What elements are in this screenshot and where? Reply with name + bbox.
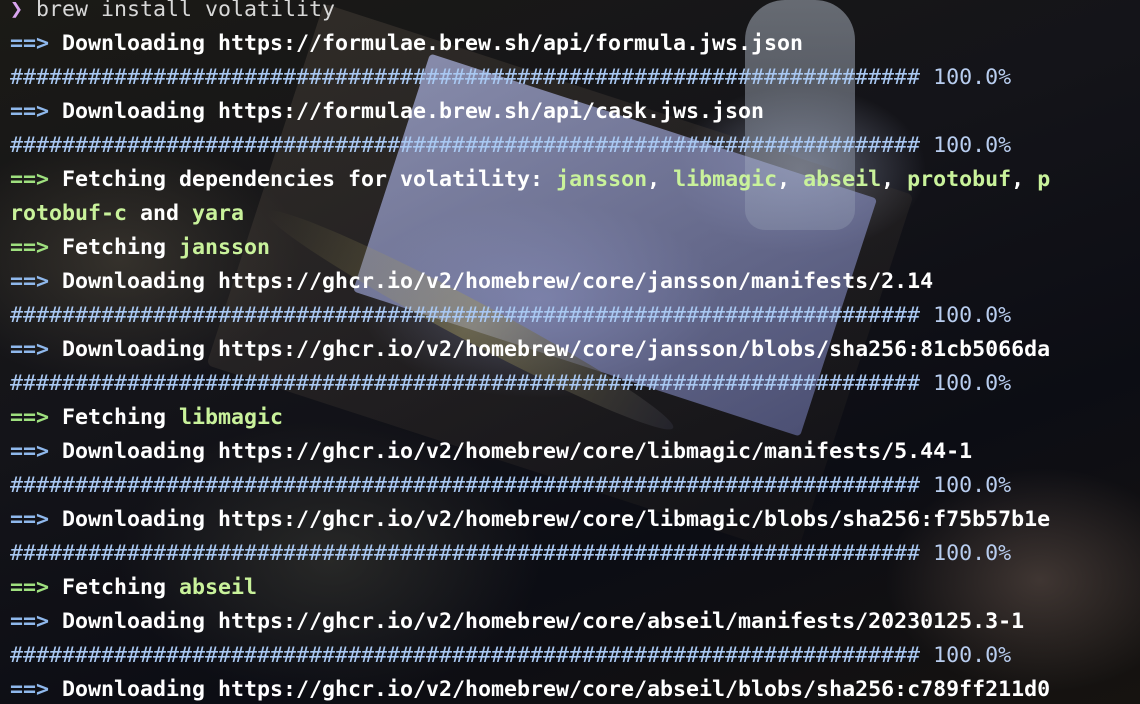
progress-hashes: ########################################… bbox=[10, 371, 921, 396]
progress-hashes: ########################################… bbox=[10, 65, 921, 90]
line-text: Downloading https://ghcr.io/v2/homebrew/… bbox=[62, 507, 1051, 532]
output-line-download-formula: ==> Downloading https://formulae.brew.sh… bbox=[10, 27, 1140, 61]
dependency-name: abseil bbox=[803, 167, 882, 192]
blue-arrow: ==> bbox=[10, 507, 50, 532]
output-line-fetch-libmagic: ==> Fetching libmagic bbox=[10, 401, 1140, 435]
green-arrow: ==> bbox=[10, 235, 50, 260]
output-line-download-jansson-manifest: ==> Downloading https://ghcr.io/v2/homeb… bbox=[10, 265, 1140, 299]
green-arrow: ==> bbox=[10, 575, 50, 600]
package-name: jansson bbox=[179, 235, 271, 260]
prompt-symbol: ❯ bbox=[10, 0, 24, 22]
output-line-download-cask: ==> Downloading https://formulae.brew.sh… bbox=[10, 95, 1140, 129]
separator: , bbox=[881, 167, 908, 192]
line-text: Fetching bbox=[62, 575, 180, 600]
blue-arrow: ==> bbox=[10, 31, 50, 56]
output-line-download-abseil-manifest: ==> Downloading https://ghcr.io/v2/homeb… bbox=[10, 605, 1140, 639]
output-line-fetch-abseil: ==> Fetching abseil bbox=[10, 571, 1140, 605]
line-text: Fetching bbox=[62, 235, 180, 260]
progress-percent: 100.0% bbox=[933, 541, 1012, 566]
blue-arrow: ==> bbox=[10, 269, 50, 294]
progress-hashes: ########################################… bbox=[10, 643, 921, 668]
progress-line: ########################################… bbox=[10, 129, 1140, 163]
progress-percent: 100.0% bbox=[933, 133, 1012, 158]
output-line-download-libmagic-blob: ==> Downloading https://ghcr.io/v2/homeb… bbox=[10, 503, 1140, 537]
blue-arrow: ==> bbox=[10, 609, 50, 634]
output-line-download-abseil-blob: ==> Downloading https://ghcr.io/v2/homeb… bbox=[10, 673, 1140, 704]
green-arrow: ==> bbox=[10, 167, 50, 192]
progress-hashes: ########################################… bbox=[10, 541, 921, 566]
progress-line: ########################################… bbox=[10, 537, 1140, 571]
command-line: ❯ brew install volatility bbox=[10, 0, 1140, 27]
progress-line: ########################################… bbox=[10, 299, 1140, 333]
separator: , bbox=[647, 167, 674, 192]
progress-hashes: ########################################… bbox=[10, 133, 921, 158]
terminal-window[interactable]: ❯ brew install volatility ==> Downloadin… bbox=[0, 0, 1140, 704]
line-text: Downloading https://formulae.brew.sh/api… bbox=[62, 99, 765, 124]
line-text: Downloading https://ghcr.io/v2/homebrew/… bbox=[62, 439, 973, 464]
progress-percent: 100.0% bbox=[933, 473, 1012, 498]
dependency-name: p bbox=[1037, 167, 1051, 192]
progress-percent: 100.0% bbox=[933, 65, 1012, 90]
dependency-name: protobuf bbox=[907, 167, 1012, 192]
line-text: Downloading https://ghcr.io/v2/homebrew/… bbox=[62, 609, 1025, 634]
blue-arrow: ==> bbox=[10, 439, 50, 464]
blue-arrow: ==> bbox=[10, 337, 50, 362]
output-line-fetch-dependencies: ==> Fetching dependencies for volatility… bbox=[10, 163, 1140, 197]
line-text: Downloading https://formulae.brew.sh/api… bbox=[62, 31, 804, 56]
dependency-name: libmagic bbox=[673, 167, 778, 192]
and-text: and bbox=[127, 201, 193, 226]
blue-arrow: ==> bbox=[10, 99, 50, 124]
output-line-fetch-dependencies-cont: rotobuf-c and yara bbox=[10, 197, 1140, 231]
progress-line: ########################################… bbox=[10, 61, 1140, 95]
output-line-fetch-jansson: ==> Fetching jansson bbox=[10, 231, 1140, 265]
progress-hashes: ########################################… bbox=[10, 303, 921, 328]
dependency-name: yara bbox=[192, 201, 245, 226]
green-arrow: ==> bbox=[10, 405, 50, 430]
line-text: Fetching dependencies for volatility: bbox=[62, 167, 557, 192]
line-text: Downloading https://ghcr.io/v2/homebrew/… bbox=[62, 677, 1051, 702]
blue-arrow: ==> bbox=[10, 677, 50, 702]
package-name: abseil bbox=[179, 575, 258, 600]
line-text: Downloading https://ghcr.io/v2/homebrew/… bbox=[62, 337, 1051, 362]
dependency-name: rotobuf-c bbox=[10, 201, 128, 226]
progress-line: ########################################… bbox=[10, 639, 1140, 673]
line-text: Downloading https://ghcr.io/v2/homebrew/… bbox=[62, 269, 934, 294]
command-text: brew install volatility bbox=[36, 0, 336, 22]
separator: , bbox=[1011, 167, 1038, 192]
progress-line: ########################################… bbox=[10, 469, 1140, 503]
progress-percent: 100.0% bbox=[933, 643, 1012, 668]
output-line-download-libmagic-manifest: ==> Downloading https://ghcr.io/v2/homeb… bbox=[10, 435, 1140, 469]
package-name: libmagic bbox=[179, 405, 284, 430]
dependency-name: jansson bbox=[556, 167, 648, 192]
output-line-download-jansson-blob: ==> Downloading https://ghcr.io/v2/homeb… bbox=[10, 333, 1140, 367]
progress-percent: 100.0% bbox=[933, 303, 1012, 328]
progress-hashes: ########################################… bbox=[10, 473, 921, 498]
progress-percent: 100.0% bbox=[933, 371, 1012, 396]
progress-line: ########################################… bbox=[10, 367, 1140, 401]
line-text: Fetching bbox=[62, 405, 180, 430]
terminal-output[interactable]: ❯ brew install volatility ==> Downloadin… bbox=[10, 0, 1140, 704]
separator: , bbox=[777, 167, 804, 192]
